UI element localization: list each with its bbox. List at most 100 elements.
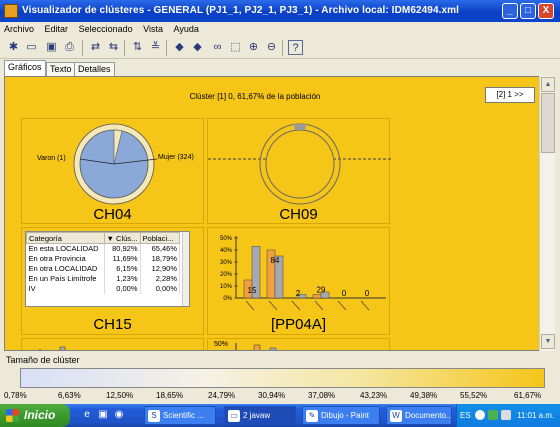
chart-card-partial-right[interactable]: 50% <box>207 338 390 350</box>
quicklaunch-ie-icon[interactable]: e <box>80 408 94 422</box>
undo-icon[interactable]: ⇄ <box>88 40 103 55</box>
zoom-in-icon[interactable]: ⊕ <box>246 40 261 55</box>
x-tick-label <box>245 300 255 311</box>
scroll-down-icon[interactable]: ▼ <box>541 334 555 349</box>
windows-logo-icon <box>6 409 19 422</box>
toolbar: ✱ ▭ ▣ ⎙ ⇄ ⇆ ⇅ ≚ ◆ ◆ ∞ ⬚ ⊕ ⊖ ? <box>0 37 560 59</box>
y-tick-label: 30% <box>220 260 233 266</box>
menu-editar[interactable]: Editar <box>41 22 73 34</box>
redo-icon[interactable]: ⇆ <box>106 40 121 55</box>
chart-card-ch04[interactable]: Varon (1) Mujer (324) CH04 <box>21 118 204 224</box>
menu-bar: Archivo Editar Seleccionado Vista Ayuda <box>0 22 560 37</box>
taskbar-item-paint[interactable]: ✎ Dibujo - Paint <box>302 406 380 425</box>
table-row[interactable]: En otra Provincia 11,69% 18,79% <box>26 253 181 264</box>
save-icon[interactable]: ▣ <box>44 40 59 55</box>
word-icon: W <box>390 410 402 422</box>
language-indicator[interactable]: ES <box>460 411 471 420</box>
size-tick: 30,94% <box>258 391 286 400</box>
maximize-button[interactable]: □ <box>520 3 536 19</box>
ch04-label: CH04 <box>93 206 132 223</box>
size-tick: 49,38% <box>410 391 438 400</box>
chart-card-pp04a[interactable]: 50% 40% 30% 20% 10% 0% 15 84 2 29 0 0 [PP04A] <box>207 227 390 335</box>
ch04-left-label: Varon (1) <box>37 155 66 162</box>
ch04-right-label: Mujer (324) <box>158 154 194 161</box>
size-tick: 12,50% <box>106 391 134 400</box>
next-cluster-button[interactable]: [2] 1 >> <box>485 87 535 103</box>
col-header-poblacion[interactable]: Poblaci... <box>139 232 181 244</box>
menu-seleccionado[interactable]: Seleccionado <box>75 22 137 34</box>
panel-vertical-scrollbar[interactable]: ▲ ▼ <box>539 76 555 351</box>
filter-icon[interactable]: ≚ <box>148 40 163 55</box>
new-file-icon[interactable]: ✱ <box>6 40 21 55</box>
x-tick-label <box>337 300 347 311</box>
taskbar-item-documento[interactable]: W Documento... <box>386 406 452 425</box>
binoculars-icon[interactable]: ∞ <box>210 40 225 55</box>
tab-detalles[interactable]: Detalles <box>74 62 115 76</box>
taskbar-item-scientific[interactable]: S Scientific ... <box>144 406 216 425</box>
table-row[interactable]: En un País Limítrofe 1,23% 2,28% <box>26 273 181 284</box>
cluster-size-gradient <box>20 368 545 388</box>
tab-texto[interactable]: Texto <box>46 62 76 76</box>
size-tick: 24,79% <box>208 391 236 400</box>
size-tick: 6,63% <box>58 391 81 400</box>
tray-icon[interactable] <box>475 410 485 420</box>
cluster-size-label: Tamaño de clúster <box>6 355 80 365</box>
title-bar: Visualizador de clústeres - GENERAL (PJ1… <box>0 0 560 22</box>
col-header-categoria[interactable]: Categoría <box>26 232 105 244</box>
zoom-out-icon[interactable]: ⊖ <box>264 40 279 55</box>
app-icon <box>4 4 18 18</box>
window-title: Visualizador de clústeres - GENERAL (PJ1… <box>22 5 460 16</box>
size-tick: 0,78% <box>4 391 27 400</box>
y-tick-label: 40% <box>220 248 233 254</box>
table-row[interactable]: En otra LOCALIDAD 6,15% 12,90% <box>26 263 181 274</box>
scroll-up-icon[interactable]: ▲ <box>541 77 555 92</box>
system-tray: ES 11:01 a.m. <box>456 404 560 427</box>
help-icon[interactable]: ? <box>288 40 303 55</box>
x-tick-label <box>268 300 278 311</box>
tray-icon[interactable] <box>501 410 511 420</box>
y-tick-label: 20% <box>220 272 233 278</box>
y-tick-label: 10% <box>220 284 233 290</box>
bar <box>312 294 322 299</box>
size-tick: 61,67% <box>514 391 542 400</box>
left-arrow-icon[interactable]: ◆ <box>172 40 187 55</box>
tab-graficos[interactable]: Gráficos <box>4 60 46 76</box>
x-tick-label <box>360 300 370 311</box>
menu-vista[interactable]: Vista <box>139 22 167 34</box>
menu-archivo[interactable]: Archivo <box>0 22 38 34</box>
tray-icon[interactable] <box>488 410 498 420</box>
chart-card-partial-left[interactable] <box>21 338 204 350</box>
start-button[interactable]: Inicio <box>0 404 70 427</box>
table-row[interactable]: IV 0,00% 0,00% <box>26 283 181 294</box>
taskbar: Inicio e ▣ ◉ S Scientific ... ▭ 2 javaw ✎ D… <box>0 404 560 427</box>
col-header-cluster[interactable]: ▼ Clús... <box>103 232 141 244</box>
right-arrow-icon[interactable]: ◆ <box>190 40 205 55</box>
print-icon[interactable]: ⎙ <box>62 40 77 55</box>
table-scrollbar[interactable] <box>182 232 189 306</box>
app-icon: S <box>148 410 160 422</box>
x-tick-label <box>314 300 324 311</box>
quicklaunch-firefox-icon[interactable]: ◉ <box>112 408 126 422</box>
y-tick-label: 0% <box>223 296 232 302</box>
pp04a-bar-chart: 50% 40% 30% 20% 10% 0% 15 84 2 29 0 0 <box>220 236 386 311</box>
minimize-button[interactable]: _ <box>502 3 518 19</box>
data-label: 15 <box>248 286 257 295</box>
sort-icon[interactable]: ⇅ <box>130 40 145 55</box>
y-tick-label: 50% <box>220 236 233 242</box>
scroll-thumb[interactable] <box>541 93 555 153</box>
select-icon[interactable]: ⬚ <box>228 40 243 55</box>
data-label: 2 <box>296 289 301 298</box>
pp04a-label: [PP04A] <box>270 316 327 333</box>
cluster-caption: Clúster [1] 0, 61,67% de la población <box>189 92 321 101</box>
quicklaunch-desktop-icon[interactable]: ▣ <box>96 408 110 422</box>
chart-card-ch09[interactable]: CH09 <box>207 118 391 224</box>
data-label: 84 <box>271 256 280 265</box>
open-icon[interactable]: ▭ <box>24 40 39 55</box>
menu-ayuda[interactable]: Ayuda <box>170 22 203 34</box>
tab-strip: Gráficos Texto Detalles <box>0 60 560 76</box>
ch15-table: Categoría ▼ Clús... Poblaci... En esta L… <box>25 231 190 307</box>
data-label: 29 <box>317 285 326 294</box>
taskbar-item-javaw[interactable]: ▭ 2 javaw <box>224 406 296 425</box>
close-button[interactable]: X <box>538 3 554 19</box>
table-row[interactable]: En esta LOCALIDAD 80,92% 65,46% <box>26 243 181 254</box>
